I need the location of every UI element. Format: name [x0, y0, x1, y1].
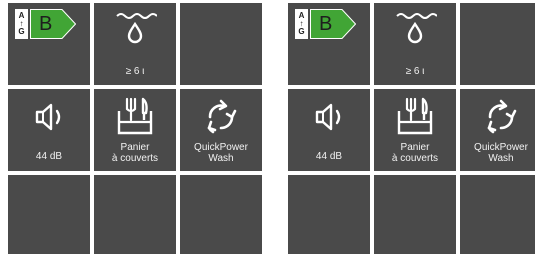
- cutlery-basket-label-line1: Panier: [120, 142, 150, 153]
- energy-scale-bottom: G: [298, 27, 305, 36]
- cutlery-basket-icon: [374, 95, 456, 137]
- empty-tile: [288, 175, 370, 254]
- cycle-arrows-icon: [180, 97, 262, 137]
- noise-level-tile: 44 dB: [8, 89, 90, 171]
- water-consumption-tile: ≥ 6 ι: [94, 3, 176, 85]
- water-consumption-tile: ≥ 6 ι: [374, 3, 456, 85]
- quickpower-wash-tile: QuickPower Wash: [180, 89, 262, 171]
- energy-scale: A ↑ G: [15, 9, 28, 39]
- empty-tile: [374, 175, 456, 254]
- empty-tile: [180, 175, 262, 254]
- empty-tile: [94, 175, 176, 254]
- water-consumption-label: ≥ 6 ι: [125, 66, 145, 77]
- cutlery-basket-label: Panier à couverts: [374, 142, 456, 164]
- quickpower-wash-label-line2: Wash: [488, 153, 514, 164]
- cutlery-basket-icon: [94, 95, 176, 137]
- quickpower-wash-tile: QuickPower Wash: [460, 89, 535, 171]
- empty-tile: [8, 175, 90, 254]
- quickpower-wash-label: QuickPower Wash: [460, 142, 535, 164]
- empty-tile: [180, 3, 262, 85]
- energy-scale: A ↑ G: [295, 9, 308, 39]
- cutlery-basket-label-line2: à couverts: [111, 153, 159, 164]
- quickpower-wash-label-line2: Wash: [208, 153, 234, 164]
- cutlery-basket-label: Panier à couverts: [94, 142, 176, 164]
- water-drop-icon: [94, 11, 176, 45]
- cutlery-basket-tile: Panier à couverts: [374, 89, 456, 171]
- energy-class-tile: A ↑ G B: [8, 3, 90, 85]
- speaker-icon: [8, 99, 90, 135]
- energy-badge-outline-icon: [30, 9, 76, 39]
- energy-class-tile: A ↑ G B: [288, 3, 370, 85]
- quickpower-wash-label-line1: QuickPower: [474, 142, 528, 153]
- noise-level-tile: 44 dB: [288, 89, 370, 171]
- feature-grid-right: A ↑ G B ≥ 6 ι 44 dB Panier à couverts Qu…: [288, 3, 535, 254]
- cycle-arrows-icon: [460, 97, 535, 137]
- empty-tile: [460, 175, 535, 254]
- empty-tile: [460, 3, 535, 85]
- noise-level-label: 44 dB: [35, 151, 63, 162]
- cutlery-basket-tile: Panier à couverts: [94, 89, 176, 171]
- speaker-icon: [288, 99, 370, 135]
- quickpower-wash-label-line1: QuickPower: [194, 142, 248, 153]
- feature-grid-left: A ↑ G B ≥ 6 ι 44 dB Panier à couverts Qu…: [8, 3, 262, 254]
- noise-level-label: 44 dB: [315, 151, 343, 162]
- cutlery-basket-label-line1: Panier: [400, 142, 430, 153]
- energy-badge-outline-icon: [310, 9, 356, 39]
- water-drop-icon: [374, 11, 456, 45]
- cutlery-basket-label-line2: à couverts: [391, 153, 439, 164]
- quickpower-wash-label: QuickPower Wash: [180, 142, 262, 164]
- energy-scale-bottom: G: [18, 27, 25, 36]
- water-consumption-label: ≥ 6 ι: [405, 66, 425, 77]
